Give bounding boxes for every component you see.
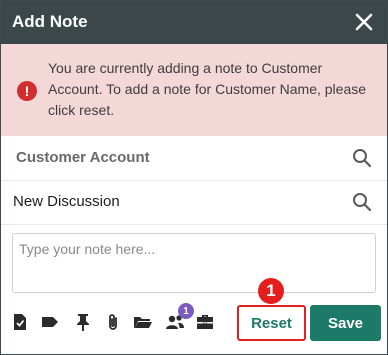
folder-icon[interactable]	[133, 312, 153, 332]
add-note-dialog: Add Note ! You are currently adding a no…	[0, 0, 388, 355]
dialog-title: Add Note	[12, 12, 88, 31]
save-button[interactable]: Save	[310, 305, 381, 341]
pin-icon[interactable]	[73, 312, 93, 332]
task-check-icon[interactable]	[10, 312, 30, 332]
note-textarea[interactable]	[12, 233, 376, 293]
customer-account-label: Customer Account	[16, 149, 150, 166]
paperclip-icon[interactable]	[103, 312, 123, 332]
search-icon[interactable]	[351, 147, 373, 169]
discussion-field[interactable]: New Discussion	[1, 180, 387, 225]
tag-icon[interactable]	[40, 312, 60, 332]
alert-message: You are currently adding a note to Custo…	[48, 60, 367, 118]
customer-account-field[interactable]: Customer Account	[1, 136, 387, 181]
exclamation-icon: !	[17, 81, 37, 101]
search-icon[interactable]	[351, 191, 373, 213]
close-icon[interactable]	[353, 11, 375, 33]
step-marker: 1	[258, 278, 284, 304]
reset-button[interactable]: Reset	[237, 305, 306, 341]
discussion-label: New Discussion	[13, 193, 120, 210]
info-alert: ! You are currently adding a note to Cus…	[1, 44, 387, 136]
briefcase-icon[interactable]	[195, 312, 215, 332]
users-count-badge: 1	[178, 303, 194, 319]
dialog-header: Add Note	[1, 1, 387, 44]
